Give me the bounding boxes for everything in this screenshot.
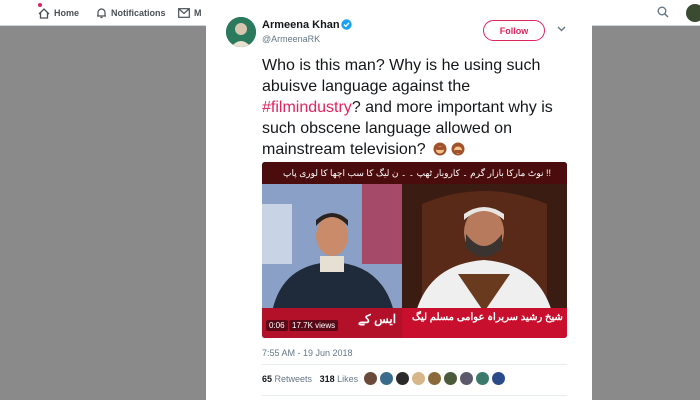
liker-avatar[interactable] (443, 371, 458, 386)
envelope-icon (178, 8, 190, 18)
liker-avatar[interactable] (475, 371, 490, 386)
divider (262, 395, 567, 396)
nav-notifications[interactable]: Notifications (96, 6, 166, 20)
lower-third-right-text: شیخ رشید سربراہ عوامی مسلم لیگ (412, 312, 563, 323)
liker-avatar[interactable] (459, 371, 474, 386)
video-right-pane (402, 184, 567, 312)
liker-avatars (363, 371, 507, 386)
host-figure (262, 184, 402, 312)
liker-avatar[interactable] (427, 371, 442, 386)
author-handle[interactable]: @ArmeenaRK (262, 34, 320, 44)
liker-avatar[interactable] (379, 371, 394, 386)
tweet-stats: 65 Retweets 318 Likes (262, 374, 358, 384)
retweets-label: Retweets (274, 374, 313, 384)
nav-home[interactable]: Home (38, 6, 79, 20)
user-avatar[interactable] (686, 4, 700, 22)
lower-third-left-text: ایس کے (358, 312, 397, 326)
liker-avatar[interactable] (491, 371, 506, 386)
verified-badge-icon (341, 19, 352, 30)
guest-figure (402, 184, 567, 312)
liker-avatar[interactable] (411, 371, 426, 386)
video-views: 17.7K views (289, 320, 339, 331)
chevron-down-icon[interactable] (557, 26, 566, 32)
nav-home-label: Home (54, 8, 80, 18)
likes-count: 318 (319, 374, 335, 384)
video-ticker: نوٹ مارکا بازار گرم ۔ کاروبار ٹھپ ۔ ۔ ن … (262, 162, 567, 184)
author-name[interactable]: Armeena Khan (262, 19, 340, 31)
video-left-pane (262, 184, 402, 312)
tweet-text-part1: Who is this man? Why is he using such ab… (262, 57, 541, 95)
author-avatar[interactable] (226, 17, 256, 47)
author-photo (226, 17, 256, 47)
nav-notifications-label: Notifications (111, 8, 166, 18)
nav-messages-label: M (194, 8, 202, 18)
video-duration: 0:06 (266, 320, 288, 331)
video-player[interactable]: نوٹ مارکا بازار گرم ۔ کاروبار ٹھپ ۔ ۔ ن … (262, 162, 567, 338)
divider (262, 364, 567, 365)
likes-stat[interactable]: 318 Likes (320, 374, 359, 384)
tweet-text: Who is this man? Why is he using such ab… (262, 55, 562, 160)
liker-avatar[interactable] (395, 371, 410, 386)
speak-no-evil-monkey-emoji (433, 142, 447, 156)
follow-button[interactable]: Follow (483, 20, 545, 41)
search-icon[interactable] (657, 6, 669, 18)
home-icon (38, 7, 50, 19)
speak-no-evil-monkey-emoji (451, 142, 465, 156)
hashtag-link[interactable]: #filmindustry (262, 99, 352, 116)
likes-label: Likes (337, 374, 359, 384)
retweets-stat[interactable]: 65 Retweets (262, 374, 312, 384)
tweet-timestamp[interactable]: 7:55 AM - 19 Jun 2018 (262, 348, 353, 358)
liker-avatar[interactable] (363, 371, 378, 386)
bell-icon (97, 8, 106, 19)
retweets-count: 65 (262, 374, 273, 384)
nav-messages[interactable]: M (178, 6, 202, 20)
